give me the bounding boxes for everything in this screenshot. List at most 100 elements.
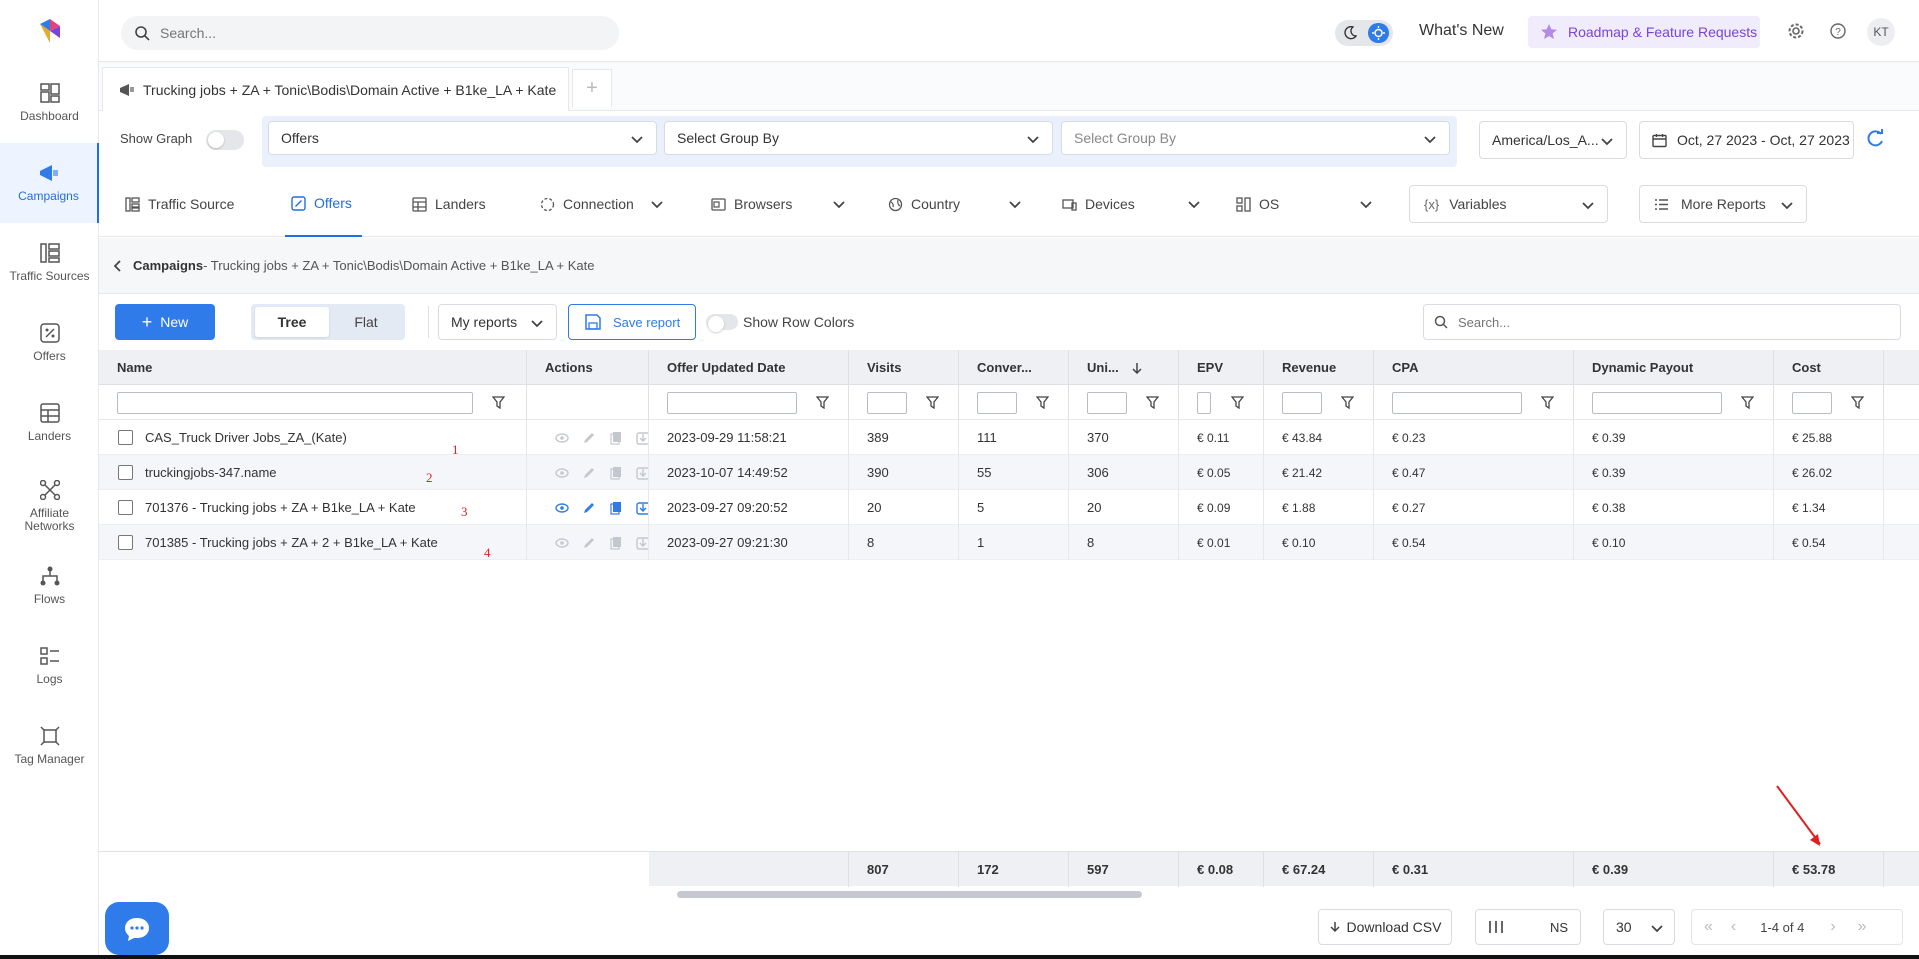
row-checkbox[interactable] xyxy=(118,500,133,515)
eye-icon[interactable] xyxy=(555,466,569,480)
tab-landers[interactable]: Landers xyxy=(412,171,486,237)
roadmap-button[interactable]: Roadmap & Feature Requests xyxy=(1528,16,1760,48)
sidebar-item-traffic-sources[interactable]: Traffic Sources xyxy=(0,223,99,303)
theme-toggle[interactable] xyxy=(1335,20,1393,46)
tab-devices[interactable]: Devices xyxy=(1062,171,1209,237)
filter-icon[interactable] xyxy=(1341,396,1354,409)
table-row[interactable]: CAS_Truck Driver Jobs_ZA_(Kate) 1 2023-0… xyxy=(99,420,1919,457)
eye-icon[interactable] xyxy=(555,431,569,445)
group-by-select-3[interactable]: Select Group By xyxy=(1061,121,1450,155)
tab-browsers[interactable]: Browsers xyxy=(711,171,854,237)
sidebar-item-campaigns[interactable]: Campaigns xyxy=(0,143,99,223)
table-row[interactable]: 701385 - Trucking jobs + ZA + 2 + B1ke_L… xyxy=(99,525,1919,560)
pencil-icon[interactable] xyxy=(582,431,596,445)
col-name[interactable]: Name xyxy=(99,350,527,385)
sidebar-item-tag-manager[interactable]: Tag Manager xyxy=(0,706,99,786)
sidebar-item-affiliate-networks[interactable]: Affiliate Networks xyxy=(0,466,99,546)
date-range-picker[interactable]: Oct, 27 2023 - Oct, 27 2023 xyxy=(1639,121,1854,159)
add-tab-button[interactable]: + xyxy=(572,69,612,107)
col-unique[interactable]: Uni... xyxy=(1069,350,1179,385)
sidebar-item-landers[interactable]: Landers xyxy=(0,383,99,463)
last-page-icon[interactable]: » xyxy=(1858,918,1867,936)
help-icon[interactable]: ? xyxy=(1830,23,1846,39)
sidebar-item-offers[interactable]: Offers xyxy=(0,303,99,383)
first-page-icon[interactable]: « xyxy=(1704,918,1713,936)
table-search-input[interactable] xyxy=(1458,314,1878,330)
archive-icon[interactable] xyxy=(636,431,649,445)
timezone-select[interactable]: America/Los_A... xyxy=(1479,121,1627,159)
download-csv-button[interactable]: Download CSV xyxy=(1318,909,1452,945)
col-cost[interactable]: Cost xyxy=(1774,350,1884,385)
filter-input-revenue[interactable] xyxy=(1282,392,1322,414)
global-search-input[interactable] xyxy=(160,25,560,41)
prev-page-icon[interactable]: ‹ xyxy=(1731,918,1736,936)
row-checkbox[interactable] xyxy=(118,465,133,480)
sort-down-icon[interactable] xyxy=(1131,362,1143,374)
chevron-left-icon[interactable] xyxy=(113,259,123,272)
row-checkbox[interactable] xyxy=(118,430,133,445)
tab-os[interactable]: OS xyxy=(1236,171,1381,237)
eye-icon[interactable] xyxy=(555,501,569,515)
filter-input-unique[interactable] xyxy=(1087,392,1127,414)
filter-input-cost[interactable] xyxy=(1792,392,1832,414)
col-cpa[interactable]: CPA xyxy=(1374,350,1574,385)
col-conversions[interactable]: Conver... xyxy=(959,350,1069,385)
pencil-icon[interactable] xyxy=(582,501,596,515)
more-reports-dropdown[interactable]: More Reports xyxy=(1639,185,1807,223)
offer-name[interactable]: truckingjobs-347.name xyxy=(145,465,277,480)
col-epv[interactable]: EPV xyxy=(1179,350,1264,385)
filter-icon[interactable] xyxy=(816,396,829,409)
filter-icon[interactable] xyxy=(1146,396,1159,409)
filter-icon[interactable] xyxy=(1036,396,1049,409)
tab-traffic-source[interactable]: Traffic Source xyxy=(125,171,234,237)
flat-view-button[interactable]: Flat xyxy=(329,307,403,337)
table-row[interactable]: truckingjobs-347.name 2 2023-10-07 14:49… xyxy=(99,455,1919,490)
tree-view-button[interactable]: Tree xyxy=(255,307,329,337)
table-search[interactable] xyxy=(1423,304,1901,340)
pencil-icon[interactable] xyxy=(582,536,596,550)
save-report-button[interactable]: Save report xyxy=(568,304,696,340)
filter-icon[interactable] xyxy=(1741,396,1754,409)
page-size-select[interactable]: 30 xyxy=(1603,909,1675,945)
variables-dropdown[interactable]: {x} Variables xyxy=(1409,185,1608,223)
row-checkbox[interactable] xyxy=(118,535,133,550)
row-colors-toggle[interactable] xyxy=(706,314,738,332)
archive-icon[interactable] xyxy=(636,501,649,515)
columns-selector[interactable]: NS xyxy=(1475,909,1581,945)
new-button[interactable]: + New xyxy=(115,304,215,340)
filter-input-dynamic-payout[interactable] xyxy=(1592,392,1722,414)
chat-button[interactable] xyxy=(105,902,169,955)
filter-input-name[interactable] xyxy=(117,392,473,414)
pencil-icon[interactable] xyxy=(582,466,596,480)
gear-icon[interactable] xyxy=(1788,23,1804,39)
tab-offers[interactable]: Offers xyxy=(285,171,362,237)
tab-country[interactable]: Country xyxy=(888,171,1030,237)
whats-new-link[interactable]: What's New xyxy=(1419,22,1504,40)
filter-icon[interactable] xyxy=(1231,396,1244,409)
filter-icon[interactable] xyxy=(926,396,939,409)
offer-name[interactable]: CAS_Truck Driver Jobs_ZA_(Kate) xyxy=(145,430,347,445)
col-revenue[interactable]: Revenue xyxy=(1264,350,1374,385)
avatar[interactable]: KT xyxy=(1867,18,1895,46)
filter-icon[interactable] xyxy=(492,396,505,409)
offer-name[interactable]: 701376 - Trucking jobs + ZA + B1ke_LA + … xyxy=(145,500,416,515)
filter-icon[interactable] xyxy=(1541,396,1554,409)
refresh-icon[interactable] xyxy=(1864,128,1886,150)
copy-icon[interactable] xyxy=(609,431,623,445)
archive-icon[interactable] xyxy=(636,466,649,480)
col-offer-updated-date[interactable]: Offer Updated Date xyxy=(649,350,849,385)
sidebar-item-logs[interactable]: Logs xyxy=(0,626,99,706)
table-row[interactable]: 701376 - Trucking jobs + ZA + B1ke_LA + … xyxy=(99,490,1919,525)
filter-input-conversions[interactable] xyxy=(977,392,1017,414)
offer-name[interactable]: 701385 - Trucking jobs + ZA + 2 + B1ke_L… xyxy=(145,535,438,550)
show-graph-toggle[interactable] xyxy=(206,130,244,150)
tab-connection[interactable]: Connection xyxy=(540,171,672,237)
filter-input-epv[interactable] xyxy=(1197,392,1211,414)
copy-icon[interactable] xyxy=(609,501,623,515)
copy-icon[interactable] xyxy=(609,536,623,550)
group-by-select-1[interactable]: Offers xyxy=(268,121,657,155)
group-by-select-2[interactable]: Select Group By xyxy=(664,121,1053,155)
filter-input-visits[interactable] xyxy=(867,392,907,414)
archive-icon[interactable] xyxy=(636,536,649,550)
global-search[interactable] xyxy=(121,16,619,50)
